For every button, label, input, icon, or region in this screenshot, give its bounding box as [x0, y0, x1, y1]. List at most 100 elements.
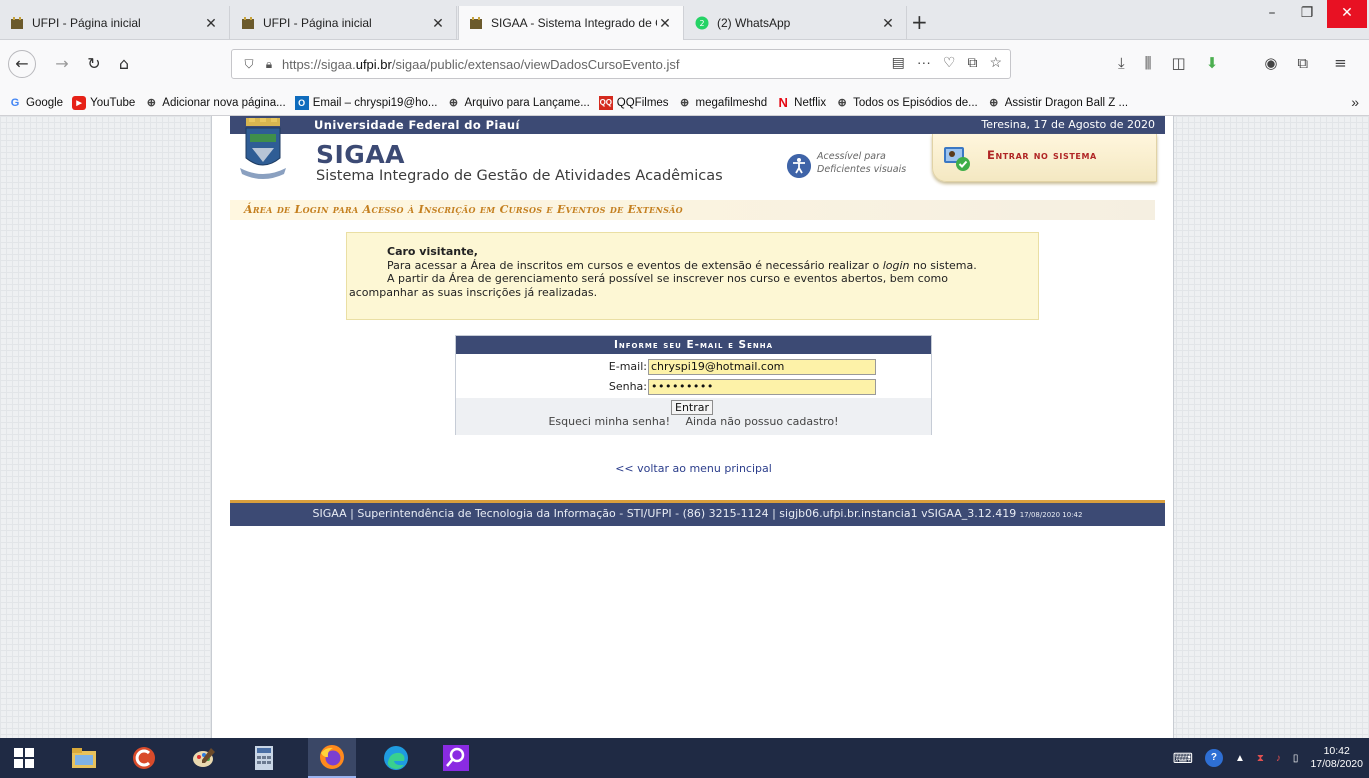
tab-ufpi-1[interactable]: UFPI - Página inicial ✕	[0, 6, 230, 40]
tray-expand-icon[interactable]: ▲	[1235, 753, 1245, 764]
close-tab-icon[interactable]: ✕	[657, 15, 673, 32]
close-tab-icon[interactable]: ✕	[880, 15, 896, 32]
pocket-icon[interactable]: ♡	[943, 54, 956, 71]
tab-label: UFPI - Página inicial	[263, 16, 372, 30]
bookmark-youtube[interactable]: ▶ YouTube	[72, 95, 135, 110]
tab-label: (2) WhatsApp	[717, 16, 791, 30]
forgot-password-link[interactable]: Esqueci minha senha!	[548, 415, 670, 428]
taskbar-clock[interactable]: 10:42 17/08/2020	[1310, 745, 1363, 771]
notice-greeting: Caro visitante,	[387, 245, 478, 258]
extension-download-icon[interactable]: ⬇	[1206, 54, 1219, 72]
accessibility-link[interactable]: Acessível para Deficientes visuais	[817, 150, 906, 176]
account-icon[interactable]: ◉	[1264, 54, 1277, 72]
calculator-icon	[255, 746, 273, 770]
url-actions: ▤ ··· ♡ ⧉ ☆	[892, 54, 1002, 71]
taskbar-firefox[interactable]	[308, 738, 356, 778]
windows-logo-icon	[14, 748, 34, 768]
bookmark-episodios[interactable]: ⊕ Todos os Episódios de...	[835, 96, 977, 110]
bookmark-megafilmeshd[interactable]: ⊕ megafilmeshd	[678, 96, 767, 110]
accessibility-icon[interactable]	[787, 154, 811, 178]
footer-timestamp: 17/08/2020 10:42	[1019, 511, 1083, 519]
reload-icon[interactable]: ↻	[82, 52, 106, 76]
accessibility-line-2: Deficientes visuais	[817, 164, 907, 175]
password-row: Senha: •••••••••	[456, 378, 931, 396]
email-field[interactable]: chryspi19@hotmail.com	[648, 359, 876, 375]
clock-date: 17/08/2020	[1310, 758, 1363, 770]
volume-icon[interactable]: ♪	[1276, 753, 1281, 764]
page-actions-icon[interactable]: ···	[917, 54, 931, 71]
back-arrow-icon[interactable]: ←	[8, 50, 36, 78]
login-submit-button[interactable]: Entrar	[671, 400, 714, 415]
sigaa-page: Universidade Federal do Piauí Teresina, …	[211, 116, 1174, 738]
menu-icon[interactable]: ≡	[1334, 54, 1347, 72]
back-to-menu-link[interactable]: << voltar ao menu principal	[212, 462, 1175, 475]
network-icon[interactable]: ⧗	[1257, 753, 1264, 764]
email-label: E-mail:	[608, 360, 647, 373]
notice-line-2: A partir da Área de gerenciamento será p…	[387, 272, 948, 285]
bookmark-arquivo[interactable]: ⊕ Arquivo para Lançame...	[447, 96, 590, 110]
clock-time: 10:42	[1323, 745, 1350, 757]
bookmarks-overflow-icon[interactable]: »	[1351, 94, 1359, 110]
tab-whatsapp[interactable]: 2 (2) WhatsApp ✕	[685, 6, 907, 40]
lock-icon[interactable]: 🔒︎	[260, 57, 278, 72]
login-links: Esqueci minha senha! Ainda não possuo ca…	[456, 415, 931, 428]
bookmark-dragon-ball[interactable]: ⊕ Assistir Dragon Ball Z ...	[987, 96, 1128, 110]
bookmark-add-page[interactable]: ⊕ Adicionar nova página...	[144, 96, 286, 110]
bookmark-star-icon[interactable]: ☆	[989, 54, 1002, 71]
bookmark-qqfilmes[interactable]: QQ QQFilmes	[598, 95, 669, 110]
taskbar-paint[interactable]	[180, 738, 228, 778]
windows-taskbar: ⌨ ? ▲ ⧗ ♪ ▯ 10:42 17/08/2020	[0, 738, 1369, 778]
whatsapp-icon: 2	[695, 16, 709, 30]
translate-extension-icon[interactable]: ⧉	[1297, 54, 1308, 72]
outlook-icon: O	[294, 95, 309, 110]
sidebar-icon[interactable]: ◫	[1172, 54, 1186, 72]
password-field[interactable]: •••••••••	[648, 379, 876, 395]
forward-arrow-icon[interactable]: →	[50, 52, 74, 76]
firefox-icon	[320, 745, 344, 769]
taskbar-calculator[interactable]	[240, 738, 288, 778]
notice-line-1: Para acessar a Área de inscritos em curs…	[387, 258, 977, 272]
enter-system-button[interactable]: Entrar no sistema	[932, 134, 1157, 182]
taskbar-ccleaner[interactable]	[120, 738, 168, 778]
translate-icon[interactable]: ⧉	[967, 54, 977, 71]
bookmark-netflix[interactable]: N Netflix	[776, 95, 826, 110]
globe-icon: ⊕	[837, 97, 847, 109]
bookmark-google[interactable]: G Google	[8, 96, 63, 110]
globe-icon: ⊕	[679, 97, 690, 109]
institution-name: Universidade Federal do Piauí	[314, 118, 520, 132]
keyboard-icon[interactable]: ⌨	[1173, 750, 1193, 767]
browser-nav-bar: ← → ↻ ⌂ ⛉ 🔒︎ https://sigaa.ufpi.br/sigaa…	[0, 40, 1369, 90]
close-window-icon[interactable]: ✕	[1327, 0, 1367, 28]
help-icon[interactable]: ?	[1204, 749, 1223, 767]
file-explorer-icon	[72, 748, 96, 768]
bookmark-email[interactable]: O Email – chryspi19@ho...	[294, 95, 438, 110]
globe-icon: ⊕	[989, 97, 999, 109]
home-icon[interactable]: ⌂	[112, 52, 136, 76]
close-tab-icon[interactable]: ✕	[430, 15, 446, 32]
new-tab-button[interactable]: +	[911, 10, 928, 34]
page-footer: SIGAA | Superintendência de Tecnologia d…	[230, 500, 1165, 526]
minimize-window-icon[interactable]: –	[1255, 0, 1289, 28]
email-row: E-mail: chryspi19@hotmail.com	[456, 358, 931, 376]
restore-window-icon[interactable]: ❐	[1290, 0, 1324, 28]
tracking-shield-icon[interactable]: ⛉	[238, 57, 260, 72]
close-tab-icon[interactable]: ✕	[203, 15, 219, 32]
register-link[interactable]: Ainda não possuo cadastro!	[686, 415, 839, 428]
header-date: Teresina, 17 de Agosto de 2020	[981, 118, 1155, 131]
accessibility-line-1: Acessível para	[817, 151, 886, 162]
reader-view-icon[interactable]: ▤	[892, 54, 905, 71]
tab-ufpi-2[interactable]: UFPI - Página inicial ✕	[231, 6, 457, 40]
taskbar-file-explorer[interactable]	[60, 738, 108, 778]
library-icon[interactable]: ⫼	[1145, 54, 1152, 72]
netflix-icon: N	[778, 95, 788, 110]
start-button[interactable]	[0, 738, 48, 778]
address-bar[interactable]: ⛉ 🔒︎ https://sigaa.ufpi.br/sigaa/public/…	[231, 49, 1011, 79]
taskbar-edge[interactable]	[372, 738, 420, 778]
ufpi-crest-icon	[240, 118, 286, 179]
battery-icon[interactable]: ▯	[1293, 753, 1299, 764]
download-icon[interactable]: ⤓	[1118, 54, 1125, 72]
bookmarks-bar: G Google ▶ YouTube ⊕ Adicionar nova página.…	[0, 90, 1369, 116]
taskbar-search[interactable]	[432, 738, 480, 778]
tab-sigaa[interactable]: SIGAA - Sistema Integrado de G ✕	[458, 6, 684, 40]
edge-icon	[384, 746, 408, 770]
